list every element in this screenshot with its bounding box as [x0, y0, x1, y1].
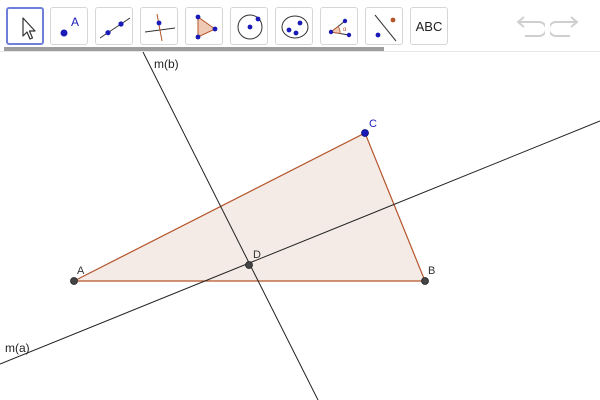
point-a[interactable] — [70, 277, 78, 285]
point-d[interactable] — [245, 261, 253, 269]
move-tool-button[interactable] — [6, 7, 44, 45]
point-tool-label: A — [71, 15, 79, 29]
point-tool-button[interactable]: A — [50, 7, 88, 45]
line-m-a[interactable] — [0, 120, 600, 365]
label-d: D — [253, 249, 261, 261]
point-icon: A — [60, 15, 79, 37]
circle-center-point-tool-button[interactable] — [230, 7, 268, 45]
circle-center-point-icon — [237, 14, 263, 40]
text-tool-button[interactable]: ABC — [410, 7, 448, 45]
line-tool-button[interactable] — [95, 7, 133, 45]
redo-button[interactable] — [548, 14, 580, 38]
toolbar: A α ABC — [0, 0, 600, 48]
perpendicular-line-tool-button[interactable] — [140, 7, 178, 45]
point-c[interactable] — [361, 129, 369, 137]
perpendicular-line-icon — [144, 13, 176, 42]
angle-icon: α — [328, 18, 352, 38]
ellipse-icon — [281, 15, 309, 39]
label-c: C — [369, 118, 377, 130]
svg-text:α: α — [343, 27, 347, 33]
undo-icon — [516, 16, 547, 37]
point-b[interactable] — [421, 277, 429, 285]
reflect-about-line-icon — [374, 14, 397, 42]
angle-tool-button[interactable]: α — [320, 7, 358, 45]
text-tool-label: ABC — [415, 18, 443, 34]
polygon-icon — [195, 14, 218, 40]
reflect-tool-button[interactable] — [365, 7, 403, 45]
pointer-arrow-icon — [22, 17, 36, 40]
undo-button[interactable] — [515, 14, 547, 38]
label-m-b: m(b) — [154, 57, 179, 71]
graphics-view[interactable]: A B C D m(b) m(a) — [0, 52, 600, 400]
label-a: A — [77, 265, 85, 277]
label-b: B — [428, 265, 435, 277]
line-through-points-icon — [99, 17, 131, 39]
redo-icon — [548, 16, 579, 37]
conic-tool-button[interactable] — [275, 7, 313, 45]
triangle-abc[interactable] — [73, 132, 426, 282]
polygon-tool-button[interactable] — [185, 7, 223, 45]
label-m-a: m(a) — [5, 341, 30, 355]
